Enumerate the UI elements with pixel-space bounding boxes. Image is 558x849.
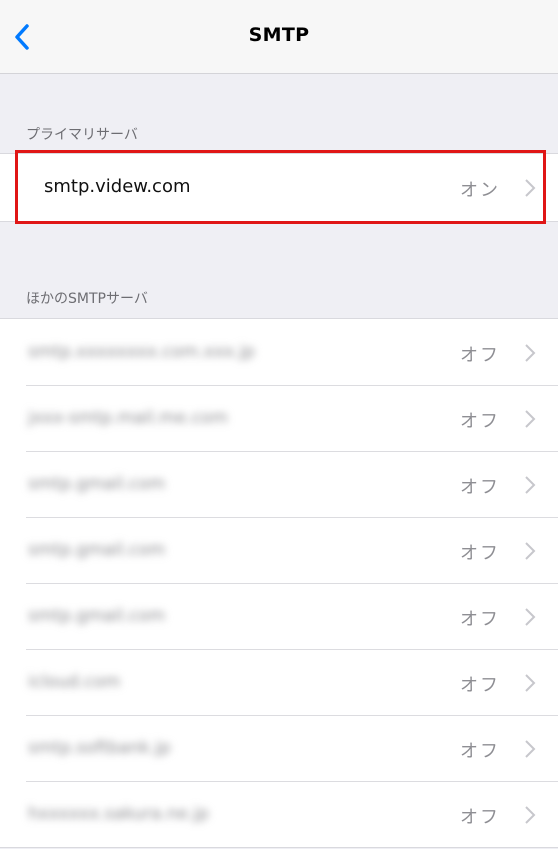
chevron-right-icon — [525, 740, 536, 758]
other-server-host: smtp.gmail.com — [28, 540, 166, 560]
other-server-status: オフ — [460, 345, 500, 366]
chevron-right-icon — [525, 674, 536, 692]
other-server-row[interactable]: smtp.softbank.jp オフ — [0, 715, 558, 781]
chevron-right-icon — [525, 476, 536, 494]
other-server-status: オフ — [460, 609, 500, 630]
page-title: SMTP — [248, 24, 310, 46]
other-server-host: smtp.xxxxxxxx.com.xxx.jp — [28, 342, 255, 362]
other-server-status: オフ — [460, 477, 500, 498]
other-servers-group: smtp.xxxxxxxx.com.xxx.jp オフ jxxx-smtp.mail… — [0, 318, 558, 848]
primary-server-group: smtp.videw.com オン — [0, 153, 558, 222]
primary-server-header: プライマリサーバ — [26, 127, 138, 143]
other-server-status: オフ — [460, 675, 500, 696]
chevron-right-icon — [525, 806, 536, 824]
chevron-right-icon — [525, 542, 536, 560]
chevron-right-icon — [525, 410, 536, 428]
other-server-row[interactable]: smtp.xxxxxxxx.com.xxx.jp オフ — [0, 319, 558, 385]
other-server-status: オフ — [460, 411, 500, 432]
primary-server-row[interactable]: smtp.videw.com オン — [0, 154, 558, 221]
other-server-row[interactable]: icloud.com オフ — [0, 649, 558, 715]
other-server-status: オフ — [460, 543, 500, 564]
other-server-row[interactable]: jxxx-smtp.mail.me.com オフ — [0, 385, 558, 451]
other-server-row[interactable]: smtp.gmail.com オフ — [0, 583, 558, 649]
other-server-status: オフ — [460, 741, 500, 762]
chevron-right-icon — [525, 179, 536, 197]
other-server-host: smtp.gmail.com — [28, 474, 166, 494]
chevron-right-icon — [525, 608, 536, 626]
other-server-host: smtp.softbank.jp — [28, 738, 171, 758]
other-server-host: smtp.gmail.com — [28, 606, 166, 626]
other-server-row[interactable]: hxxxxxx.sakura.ne.jp オフ — [0, 781, 558, 847]
other-server-host: jxxx-smtp.mail.me.com — [28, 408, 228, 428]
chevron-right-icon — [525, 344, 536, 362]
other-server-row[interactable]: smtp.gmail.com オフ — [0, 517, 558, 583]
other-server-row[interactable]: smtp.gmail.com オフ — [0, 451, 558, 517]
other-servers-header: ほかのSMTPサーバ — [26, 291, 148, 307]
primary-server-status: オン — [460, 180, 500, 201]
other-server-host: icloud.com — [28, 672, 121, 692]
primary-server-host: smtp.videw.com — [44, 176, 191, 197]
navigation-bar: SMTP — [0, 0, 558, 74]
other-server-host: hxxxxxx.sakura.ne.jp — [28, 804, 209, 824]
other-server-status: オフ — [460, 807, 500, 828]
